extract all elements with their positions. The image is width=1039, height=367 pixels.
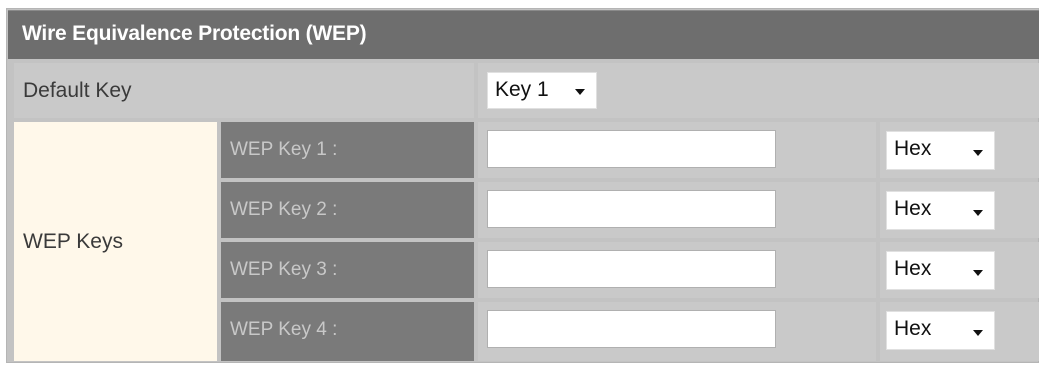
wep-key-3-input[interactable] [487,250,776,288]
wep-key-4-label-cell: WEP Key 4 : [221,302,474,361]
wep-key-2-format-select[interactable]: Hex [886,191,995,230]
chevron-down-icon [575,89,585,95]
wep-key-2-input-cell [478,182,876,238]
wep-key-1-label: WEP Key 1 : [230,139,338,160]
wep-key-2-format-selected: Hex [894,197,932,220]
wep-key-2-label-cell: WEP Key 2 : [221,182,474,238]
chevron-down-icon [973,210,983,216]
wep-key-2-format-cell: Hex [880,182,1039,238]
default-key-value-cell: Key 1 [478,63,1039,118]
default-key-label: Default Key [23,79,132,102]
wep-key-4-label: WEP Key 4 : [230,319,338,340]
wep-key-2-input[interactable] [487,190,776,228]
wep-key-3-input-cell [478,242,876,298]
wep-key-4-input-cell [478,302,876,361]
wep-key-3-format-selected: Hex [894,257,932,280]
wep-key-4-format-selected: Hex [894,317,932,340]
chevron-down-icon [973,330,983,336]
wep-key-3-label-cell: WEP Key 3 : [221,242,474,298]
default-key-label-cell: Default Key [14,63,474,118]
wep-key-3-label: WEP Key 3 : [230,259,338,280]
wep-key-4-format-cell: Hex [880,302,1039,361]
wep-keys-label: WEP Keys [23,230,123,253]
wep-key-3-format-select[interactable]: Hex [886,251,995,290]
wep-key-1-label-cell: WEP Key 1 : [221,122,474,178]
wep-key-1-format-cell: Hex [880,122,1039,178]
wep-key-1-input[interactable] [487,130,776,168]
default-key-select[interactable]: Key 1 [487,72,597,109]
wep-key-4-format-select[interactable]: Hex [886,311,995,350]
wep-key-2-label: WEP Key 2 : [230,199,338,220]
default-key-selected: Key 1 [495,78,549,101]
chevron-down-icon [973,270,983,276]
section-header: Wire Equivalence Protection (WEP) [8,10,1039,59]
chevron-down-icon [973,150,983,156]
section-title: Wire Equivalence Protection (WEP) [22,22,367,45]
wep-key-1-format-select[interactable]: Hex [886,131,995,170]
wep-key-1-format-selected: Hex [894,137,932,160]
wep-key-3-format-cell: Hex [880,242,1039,298]
wep-keys-label-cell: WEP Keys [14,122,217,361]
wep-key-1-input-cell [478,122,876,178]
wep-key-4-input[interactable] [487,310,776,348]
